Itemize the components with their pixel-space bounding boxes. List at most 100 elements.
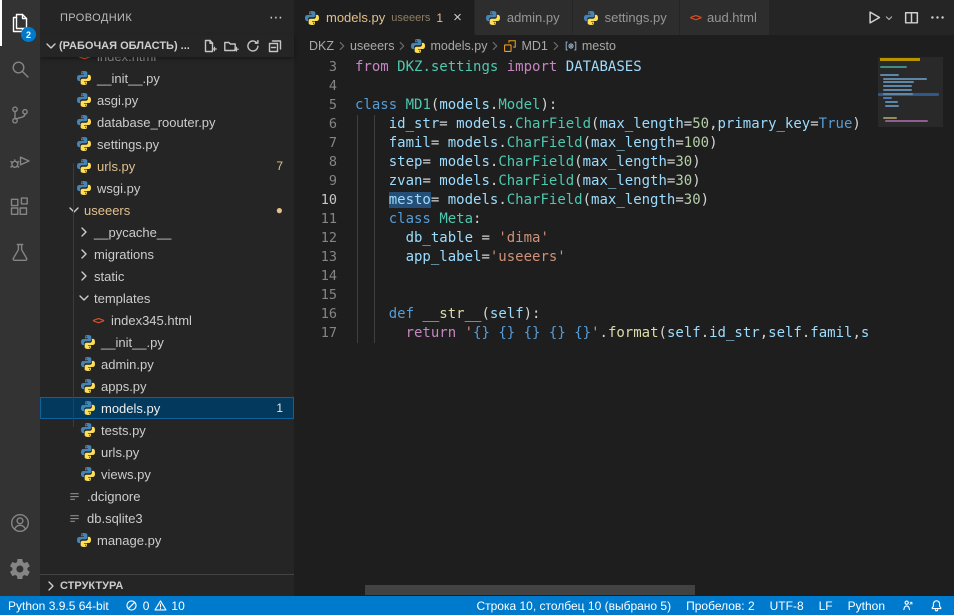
workspace-section-header[interactable]: (РАБОЧАЯ ОБЛАСТЬ) ... [40, 35, 294, 57]
status-text: UTF-8 [770, 599, 804, 613]
tree-item-apps.py[interactable]: apps.py [40, 375, 294, 397]
activitybar-explorer[interactable]: 2 [0, 0, 40, 46]
tree-item-__init__.py[interactable]: __init__.py [40, 331, 294, 353]
code-line-16[interactable]: 16 def __str__(self): [294, 305, 878, 324]
code-line-15[interactable]: 15 [294, 286, 878, 305]
tab-models-py[interactable]: models.pyuseeers1× [294, 0, 475, 35]
breadcrumb-item-mesto[interactable]: mesto [564, 39, 616, 53]
new-folder-icon[interactable] [222, 37, 240, 55]
minimap[interactable] [878, 57, 943, 587]
code-line-9[interactable]: 9 zvan= models.CharField(max_length=30) [294, 172, 878, 191]
minimap-line [883, 97, 892, 99]
code-line-6[interactable]: 6 id_str= models.CharField(max_length=50… [294, 115, 878, 134]
status-python-interpreter[interactable]: Python 3.9.5 64-bit [8, 599, 109, 613]
tree-item-migrations[interactable]: migrations [40, 243, 294, 265]
tree-item-urls.py[interactable]: urls.py 7 [40, 155, 294, 177]
code-line-7[interactable]: 7 famil= models.CharField(max_length=100… [294, 134, 878, 153]
tree-item-useeers[interactable]: useeers● [40, 199, 294, 221]
tree-item-static[interactable]: static [40, 265, 294, 287]
bell-icon [929, 599, 943, 613]
outline-section-header[interactable]: СТРУКТУРА [40, 574, 294, 596]
code-line-5[interactable]: 5class MD1(models.Model): [294, 96, 878, 115]
tree-item-views.py[interactable]: views.py [40, 463, 294, 485]
python-icon [76, 158, 92, 174]
status-problems[interactable]: 010 [125, 599, 185, 613]
tree-item-__init__.py[interactable]: __init__.py [40, 67, 294, 89]
more-actions-icon[interactable] [926, 7, 948, 29]
activitybar-settings[interactable] [0, 546, 40, 592]
tree-item-urls.py[interactable]: urls.py [40, 441, 294, 463]
status-indentation[interactable]: Пробелов: 2 [686, 599, 755, 613]
activitybar-extensions[interactable] [0, 184, 40, 230]
code-line-8[interactable]: 8 step= models.CharField(max_length=30) [294, 153, 878, 172]
tree-item-label: urls.py [97, 159, 135, 174]
tree-item-manage.py[interactable]: manage.py [40, 529, 294, 551]
tree-item-wsgi.py[interactable]: wsgi.py [40, 177, 294, 199]
breadcrumb-item-MD1[interactable]: MD1 [503, 39, 547, 53]
python-icon [80, 422, 96, 438]
status-notifications[interactable] [929, 599, 943, 613]
tree-item-tests.py[interactable]: tests.py [40, 419, 294, 441]
status-language-mode[interactable]: Python [848, 599, 885, 613]
code-line-11[interactable]: 11 class Meta: [294, 210, 878, 229]
tree-item-index345.html[interactable]: <>index345.html [40, 309, 294, 331]
breadcrumb-item-models.py[interactable]: models.py [410, 38, 487, 54]
code-editor[interactable]: 3from DKZ.settings import DATABASES45cla… [294, 58, 878, 343]
tab-aud-html[interactable]: <>aud.html [680, 0, 770, 35]
field-sym-icon [564, 39, 578, 53]
activitybar-search[interactable] [0, 46, 40, 92]
code-line-17[interactable]: 17 return '{} {} {} {} {}'.format(self.i… [294, 324, 878, 343]
more-actions-icon[interactable]: ⋯ [269, 9, 284, 26]
tree-item-models.py[interactable]: models.py1 [40, 397, 294, 419]
status-encoding[interactable]: UTF-8 [770, 599, 804, 613]
tree-item-label: useeers [84, 203, 130, 218]
breadcrumb-item-useeers[interactable]: useeers [350, 39, 394, 53]
refresh-icon[interactable] [244, 37, 262, 55]
horizontal-scrollbar[interactable] [365, 585, 695, 595]
sidebar-header: ПРОВОДНИК ⋯ [40, 0, 294, 35]
status-feedback[interactable] [900, 599, 914, 613]
collapse-all-icon[interactable] [266, 37, 284, 55]
code-line-12[interactable]: 12 db_table = 'dima' [294, 229, 878, 248]
tree-item-templates[interactable]: templates [40, 287, 294, 309]
tree-item-database_roouter.py[interactable]: database_roouter.py [40, 111, 294, 133]
new-file-icon[interactable] [200, 37, 218, 55]
tree-item-db.sqlite3[interactable]: db.sqlite3 [40, 507, 294, 529]
status-cursor-position[interactable]: Строка 10, столбец 10 (выбрано 5) [476, 599, 671, 613]
tree-item-asgi.py[interactable]: asgi.py [40, 89, 294, 111]
line-number: 15 [294, 286, 337, 305]
python-icon [80, 444, 96, 460]
activitybar-source-control[interactable] [0, 92, 40, 138]
breadcrumb-item-DKZ[interactable]: DKZ [309, 39, 334, 53]
code-line-13[interactable]: 13 app_label='useeers' [294, 248, 878, 267]
tree-item-settings.py[interactable]: settings.py [40, 133, 294, 155]
activitybar-run-and-debug[interactable] [0, 138, 40, 184]
python-icon [80, 400, 96, 416]
indent-guide [374, 115, 375, 343]
status-eol[interactable]: LF [819, 599, 833, 613]
activitybar-testing[interactable] [0, 230, 40, 276]
breadcrumb-label: mesto [582, 39, 616, 53]
tree-item-.dcignore[interactable]: .dcignore [40, 485, 294, 507]
split-editor-icon[interactable] [900, 7, 922, 29]
run-dropdown-icon[interactable] [882, 7, 896, 29]
chevron-down-icon [76, 290, 92, 306]
minimap-line [883, 89, 912, 91]
activitybar-account[interactable] [0, 500, 40, 546]
python-icon [410, 38, 426, 54]
tab-settings-py[interactable]: settings.py [573, 0, 680, 35]
code-line-10[interactable]: 10 mesto= models.CharField(max_length=30… [294, 191, 878, 210]
code-line-3[interactable]: 3from DKZ.settings import DATABASES [294, 58, 878, 77]
python-icon [76, 180, 92, 196]
breadcrumb-label: MD1 [521, 39, 547, 53]
tab-admin-py[interactable]: admin.py [475, 0, 573, 35]
git-badge: 7 [276, 159, 283, 173]
tree-item-admin.py[interactable]: admin.py [40, 353, 294, 375]
tree-item-index.html[interactable]: <>index.html [40, 57, 294, 67]
run-python-file-icon[interactable] [862, 7, 884, 29]
close-icon[interactable]: × [453, 10, 462, 25]
code-line-4[interactable]: 4 [294, 77, 878, 96]
code-line-14[interactable]: 14 [294, 267, 878, 286]
tree-item-__pycache__[interactable]: __pycache__ [40, 221, 294, 243]
python-icon [76, 92, 92, 108]
